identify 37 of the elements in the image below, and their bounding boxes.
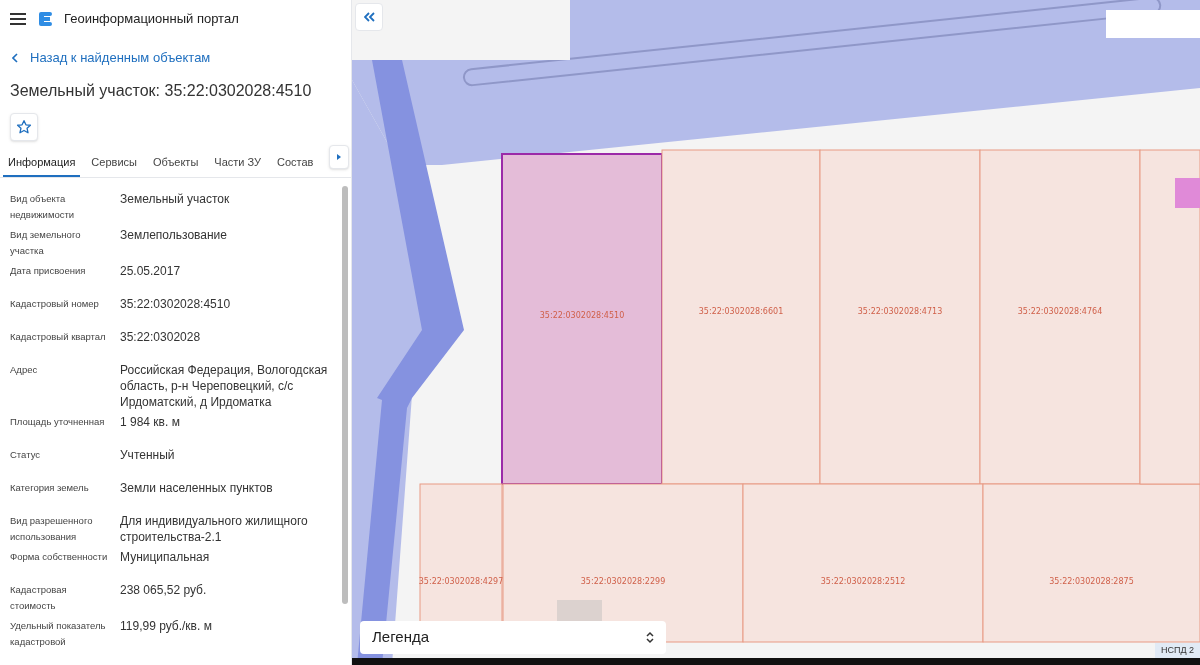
property-label: Вид земельного участка <box>10 227 82 258</box>
parcel-number: 35:22:0302028:4297 <box>418 577 504 586</box>
property-label: Вид разрешенного использования <box>10 513 94 544</box>
property-value: Российская Федерация, Вологодская область, р-н Череповецкий, с/с Ирдоматский, д Ирдоматка <box>120 361 329 410</box>
property-value: Земельный участок <box>120 190 231 208</box>
property-label: Дата присвоения <box>10 263 87 278</box>
map-attribution: НСПД 2 <box>1154 643 1200 658</box>
parcel-number: 35:22:0302028:2875 <box>1049 577 1134 586</box>
property-label: Кадастровый номер <box>10 296 100 311</box>
parcel-number: 35:22:0302028:4764 <box>1017 307 1103 316</box>
property-label: Адрес <box>10 362 39 377</box>
property-label: Категория земель <box>10 480 90 495</box>
property-value: 238 065,52 руб. <box>120 581 208 599</box>
property-value: Для индивидуального жилищного строительства-2.1 <box>120 512 309 545</box>
portal-title: Геоинформационный портал <box>64 10 239 29</box>
property-value: 119,99 руб./кв. м <box>120 617 213 635</box>
parcel-number: 35:22:0302028:4713 <box>857 307 943 316</box>
property-value: 35:22:0302028 <box>120 328 202 346</box>
property-value: 25.05.2017 <box>120 262 182 280</box>
parcel-number: 35:22:0302028:2512 <box>820 577 906 586</box>
property-label: Удельный показатель кадастровой <box>10 618 107 649</box>
property-label: Кадастровый квартал <box>10 329 107 344</box>
parcel-number: 35:22:0302028:4510 <box>539 311 625 320</box>
property-value: Учтенный <box>120 446 176 464</box>
object-title: Земельный участок: 35:22:0302028:4510 <box>10 80 313 101</box>
property-label: Кадастровая стоимость <box>10 582 68 613</box>
property-label: Статус <box>10 447 42 462</box>
property-value: 1 984 кв. м <box>120 413 181 431</box>
property-value: 35:22:0302028:4510 <box>120 295 232 313</box>
property-value: Земли населенных пунктов <box>120 479 274 497</box>
property-value: Землепользование <box>120 226 228 244</box>
property-label: Площадь уточненная <box>10 414 106 429</box>
parcel-number: 35:22:0302028:6601 <box>698 307 784 316</box>
property-label: Форма собственности <box>10 549 109 564</box>
parcel-number: 35:22:0302028:2299 <box>580 577 666 586</box>
property-value: Муниципальная <box>120 548 211 566</box>
property-label: Вид объекта недвижимости <box>10 191 76 222</box>
